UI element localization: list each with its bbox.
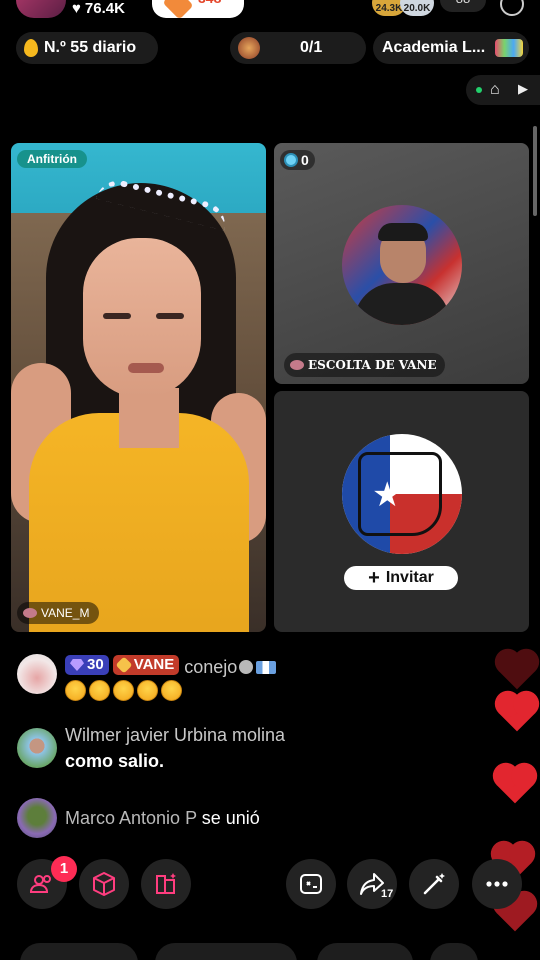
viewer-count[interactable]: 88	[440, 0, 486, 12]
academy-pill[interactable]: Academia L...	[373, 32, 529, 64]
likes-value: 76.4K	[84, 0, 125, 17]
cube-icon	[93, 872, 115, 896]
laughing-emoji-icon	[161, 680, 182, 701]
avatar[interactable]	[17, 798, 57, 838]
academy-icon	[495, 39, 523, 57]
laughing-emoji-icon	[137, 680, 158, 701]
avatar[interactable]	[17, 728, 57, 768]
home-icon[interactable]: ⌂	[490, 81, 500, 99]
album-button[interactable]	[141, 859, 191, 909]
laughing-emoji-icon	[89, 680, 110, 701]
scroll-indicator[interactable]	[533, 126, 537, 216]
gift-count: 348	[198, 0, 221, 6]
chat-body: Marco Antonio P se unió	[65, 798, 260, 838]
host-mouth	[128, 363, 164, 373]
chat-text: se unió	[201, 808, 260, 828]
bottom-action-pill[interactable]	[20, 943, 138, 960]
chat-text: como salio.	[65, 751, 165, 771]
gift-heart-icon	[162, 0, 194, 20]
flame-icon	[24, 39, 38, 57]
floating-heart-icon	[498, 652, 536, 690]
live-dot-icon	[476, 87, 482, 93]
bottom-action-pill[interactable]	[317, 943, 413, 960]
host-avatar[interactable]	[16, 0, 66, 18]
likes-counter: ♥ 76.4K	[72, 0, 125, 17]
gift-goal-icon	[238, 37, 260, 59]
chat-username[interactable]: Wilmer javier Urbina molina	[65, 722, 285, 748]
host-tag: Anfitrión	[17, 150, 87, 168]
daily-rank-label: N.º 55 diario	[44, 39, 137, 56]
play-icon[interactable]: ▶	[518, 81, 528, 97]
guest2-avatar[interactable]: ★	[342, 434, 462, 554]
daily-rank-pill[interactable]: N.º 55 diario	[16, 32, 158, 64]
top-gift-button[interactable]: 348	[152, 0, 244, 20]
face-box-icon	[300, 874, 322, 894]
floating-heart-icon	[498, 694, 536, 732]
guest-panel-1[interactable]: 0 ESCOLTA DE VANE	[274, 143, 529, 384]
mini-nav[interactable]: ⌂ ▶	[466, 75, 540, 105]
chat-username[interactable]: Marco Antonio P	[65, 808, 197, 828]
texas-outline	[358, 452, 442, 536]
effects-button[interactable]	[79, 859, 129, 909]
guest1-coins: 0	[301, 152, 309, 168]
host-face	[83, 238, 201, 398]
chat-body: Wilmer javier Urbina molina como salio.	[65, 722, 285, 774]
planet-icon	[290, 360, 304, 370]
host-eye-right	[156, 313, 184, 319]
interactions-button[interactable]	[286, 859, 336, 909]
host-name-tag[interactable]: VANE_M	[17, 602, 100, 624]
share-count: 17	[381, 888, 394, 900]
diamond-icon	[70, 659, 84, 671]
coin-icon	[284, 153, 298, 167]
avatar[interactable]	[17, 654, 57, 694]
edit-button[interactable]	[409, 859, 459, 909]
top-bar: ♥ 76.4K 348 24.3K 20.0K 88	[0, 0, 540, 22]
guest1-coin-tag: 0	[280, 150, 315, 170]
host-video-panel[interactable]: Anfitrión VANE_M	[11, 143, 266, 632]
chat-body: 30 VANE conejo	[65, 654, 277, 701]
gift-goal-pill[interactable]: 0/1	[230, 32, 366, 64]
top-viewers[interactable]: 24.3K 20.0K	[372, 0, 434, 16]
more-dots-icon	[486, 881, 508, 887]
guest-panel-2[interactable]: ★ + Invitar	[274, 391, 529, 632]
viewer-coins-b: 20.0K	[400, 0, 434, 16]
plus-icon: +	[368, 567, 380, 589]
avatar-body	[354, 283, 450, 325]
chat-message[interactable]: 30 VANE conejo	[17, 654, 277, 701]
heart-icon: ♥	[72, 0, 81, 17]
guest1-name-tag[interactable]: ESCOLTA DE VANE	[284, 353, 445, 377]
avatar-hair	[378, 223, 428, 241]
fan-badge: VANE	[112, 655, 180, 675]
host-name: VANE_M	[41, 606, 90, 620]
fan-badge-label: VANE	[133, 656, 175, 673]
laughing-emoji-icon	[113, 680, 134, 701]
laughing-emoji-icon	[65, 680, 86, 701]
planet-icon	[23, 608, 37, 618]
emoji-row	[65, 680, 276, 701]
invite-button[interactable]: + Invitar	[344, 566, 458, 590]
chat-join-notice[interactable]: Marco Antonio P se unió	[17, 798, 260, 838]
invite-label: Invitar	[385, 569, 434, 586]
flag-icon	[256, 661, 277, 674]
bottom-action-pill[interactable]	[430, 943, 478, 960]
share-button[interactable]	[347, 859, 397, 909]
rabbit-icon	[239, 660, 254, 674]
magic-wand-icon	[423, 873, 445, 895]
chat-message[interactable]: Wilmer javier Urbina molina como salio.	[17, 722, 285, 774]
fan-heart-icon	[115, 656, 133, 674]
academy-label: Academia L...	[382, 39, 486, 56]
gift-goal-progress: 0/1	[300, 39, 323, 56]
book-sparkle-icon	[156, 873, 176, 894]
level-badge: 30	[65, 655, 109, 675]
host-eye-left	[103, 313, 131, 319]
guest1-name: ESCOLTA DE VANE	[308, 358, 437, 372]
level-value: 30	[87, 656, 104, 673]
close-icon[interactable]	[500, 0, 524, 16]
chat-username[interactable]: conejo	[184, 657, 237, 677]
guest1-avatar[interactable]	[342, 205, 462, 325]
floating-heart-icon	[496, 766, 534, 804]
bottom-action-pill[interactable]	[155, 943, 297, 960]
notification-badge: 1	[51, 856, 77, 882]
more-button[interactable]	[472, 859, 522, 909]
